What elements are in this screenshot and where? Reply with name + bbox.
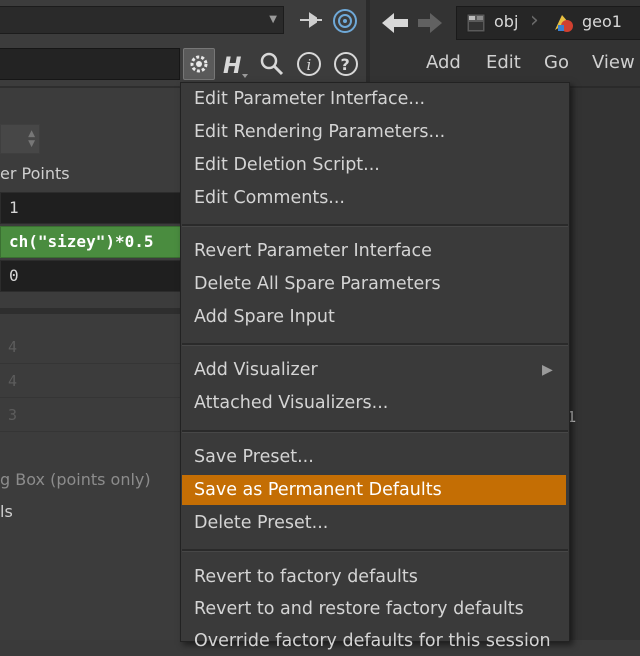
menu-item-add-visualizer[interactable]: Add Visualizer — [182, 355, 566, 385]
menu-item-revert-restore-factory-defaults[interactable]: Revert to and restore factory defaults — [182, 594, 566, 624]
svg-text:?: ? — [341, 55, 350, 74]
info-icon[interactable]: i — [293, 48, 325, 80]
node-name-field[interactable] — [0, 48, 180, 80]
bounding-box-label: g Box (points only) — [0, 470, 151, 489]
path-item-geo1[interactable]: geo1 — [582, 12, 622, 31]
question-icon[interactable]: ? — [330, 48, 362, 80]
svg-text:H: H — [223, 54, 241, 79]
submenu-arrow-icon: ▶ — [542, 362, 553, 378]
back-arrow-icon[interactable] — [380, 10, 410, 36]
stepper-arrows-icon[interactable]: ▲ ▼ — [28, 129, 35, 149]
parameter-label: ls — [0, 502, 13, 521]
menu-separator — [182, 549, 568, 552]
path-item-obj[interactable]: obj — [494, 12, 518, 31]
menu-item-save-permanent-defaults[interactable]: Save as Permanent Defaults — [182, 475, 566, 505]
link-target-icon[interactable] — [330, 7, 360, 35]
menu-item-attached-visualizers[interactable]: Attached Visualizers... — [182, 388, 566, 418]
operator-dropdown[interactable]: ▼ — [0, 6, 284, 34]
param-field-1[interactable]: 1 — [0, 192, 182, 224]
menu-item-delete-preset[interactable]: Delete Preset... — [182, 508, 566, 538]
disabled-value-row: 4 — [0, 332, 182, 364]
menu-item-edit-rendering-parameters[interactable]: Edit Rendering Parameters... — [182, 117, 566, 147]
menu-item-edit-deletion-script[interactable]: Edit Deletion Script... — [182, 150, 566, 180]
forward-arrow-icon[interactable] — [416, 10, 444, 36]
menu-item-revert-parameter-interface[interactable]: Revert Parameter Interface — [182, 236, 566, 266]
param-field-3[interactable]: 0 — [0, 260, 182, 292]
menubar-add[interactable]: Add — [426, 52, 461, 73]
expression-field[interactable]: ch("sizey")*0.5 — [0, 226, 182, 258]
geometry-node-icon — [552, 12, 576, 34]
menubar-view[interactable]: View — [592, 52, 635, 73]
search-icon[interactable] — [256, 48, 288, 80]
menu-item-override-factory-defaults[interactable]: Override factory defaults for this sessi… — [182, 626, 566, 656]
help-h-icon[interactable]: H — [218, 48, 250, 80]
disabled-value-row: 3 — [0, 400, 182, 432]
dropdown-arrow-icon: ▼ — [269, 14, 277, 25]
menu-separator — [182, 430, 568, 433]
section-divider — [0, 308, 182, 314]
value-stepper[interactable]: ▲ ▼ — [0, 124, 40, 154]
menubar-go[interactable]: Go — [544, 52, 569, 73]
pin-icon[interactable] — [296, 8, 324, 32]
menu-item-delete-spare-parameters[interactable]: Delete All Spare Parameters — [182, 269, 566, 299]
menu-item-edit-comments[interactable]: Edit Comments... — [182, 183, 566, 213]
disabled-value-row: 4 — [0, 366, 182, 398]
object-context-icon — [466, 12, 486, 34]
menu-item-revert-factory-defaults[interactable]: Revert to factory defaults — [182, 562, 566, 592]
menu-item-add-spare-input[interactable]: Add Spare Input — [182, 302, 566, 332]
menu-separator — [182, 343, 568, 346]
menu-item-save-preset[interactable]: Save Preset... — [182, 442, 566, 472]
menu-separator — [182, 224, 568, 227]
gear-icon[interactable] — [183, 48, 215, 80]
path-separator-icon: › — [530, 8, 539, 33]
menubar-edit[interactable]: Edit — [486, 52, 521, 73]
svg-text:i: i — [307, 56, 312, 74]
menu-item-edit-parameter-interface[interactable]: Edit Parameter Interface... — [182, 84, 566, 114]
points-label: er Points — [0, 164, 70, 183]
